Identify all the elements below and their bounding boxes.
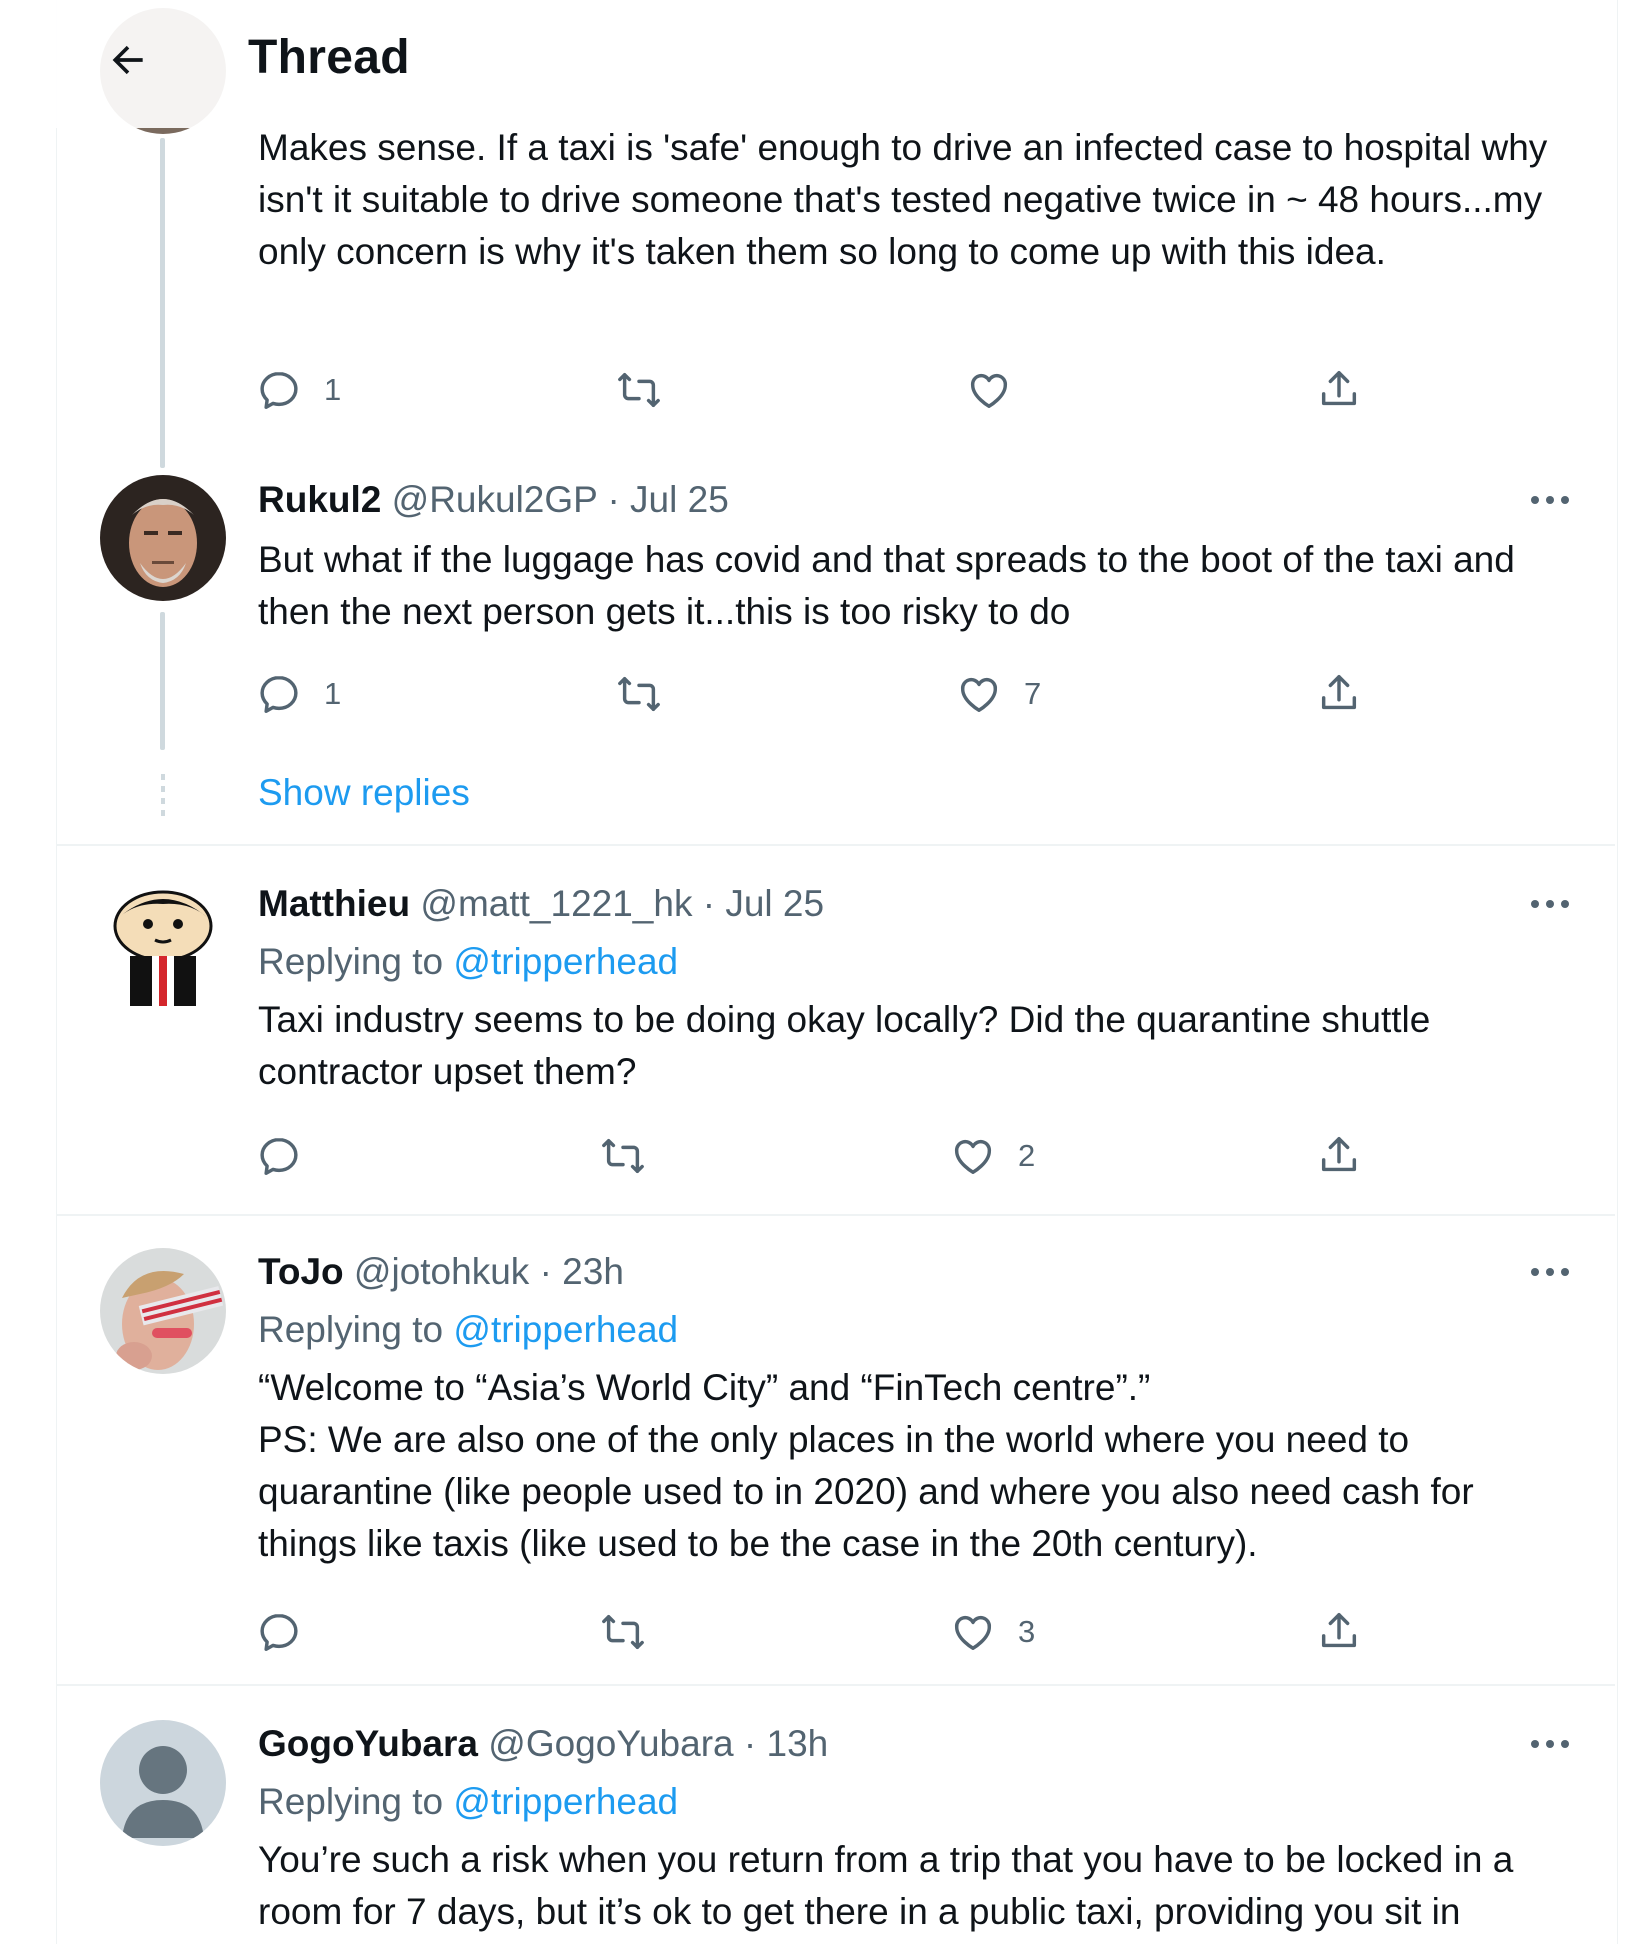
replying-to: Replying to @tripperhead: [258, 1306, 678, 1354]
user-photo: [100, 1248, 226, 1374]
share-button[interactable]: [1316, 1130, 1362, 1182]
user-avatar-cartoon: [113, 890, 213, 1006]
replying-to: Replying to @tripperhead: [258, 938, 678, 986]
replying-label: Replying to: [258, 941, 454, 982]
author-meta: @Rukul2GP · Jul 25: [391, 479, 729, 520]
tweet-header: ToJo @jotohkuk · 23h: [258, 1248, 624, 1296]
reply-button[interactable]: [256, 1606, 302, 1658]
tweet-header: GogoYubara @GogoYubara · 13h: [258, 1720, 828, 1768]
tweet-divider: [57, 1214, 1615, 1216]
reply-button[interactable]: 1: [256, 668, 341, 720]
share-icon: [1321, 371, 1357, 406]
like-button[interactable]: 3: [950, 1606, 1035, 1658]
like-icon: [954, 1139, 992, 1175]
tweet-text: Makes sense. If a taxi is 'safe' enough …: [258, 127, 1558, 272]
reply-icon: [260, 675, 298, 713]
more-options-icon[interactable]: [1528, 488, 1572, 512]
tweet-text: But what if the luggage has covid and th…: [258, 539, 1526, 632]
tweet-text: Taxi industry seems to be doing okay loc…: [258, 999, 1441, 1092]
author-meta: @jotohkuk · 23h: [353, 1251, 624, 1292]
mention-link[interactable]: @tripperhead: [453, 941, 678, 982]
author-name[interactable]: Matthieu: [258, 883, 410, 924]
mention-link[interactable]: @tripperhead: [453, 1309, 678, 1350]
tweet-text: You’re such a risk when you return from …: [258, 1839, 1524, 1932]
replying-label: Replying to: [258, 1781, 454, 1822]
tweet-text: “Welcome to “Asia’s World City” and “Fin…: [258, 1367, 1474, 1564]
author-name[interactable]: GogoYubara: [258, 1723, 478, 1764]
tweet-header: Rukul2 @Rukul2GP · Jul 25: [258, 476, 729, 524]
avatar[interactable]: [100, 1248, 226, 1374]
thread-line: [160, 612, 165, 750]
avatar[interactable]: [100, 1720, 226, 1846]
tweet-header: Matthieu @matt_1221_hk · Jul 25: [258, 880, 824, 928]
tweet-divider: [57, 844, 1615, 846]
like-count: 7: [1024, 676, 1042, 711]
reply-button[interactable]: 1: [256, 364, 341, 416]
reply-button[interactable]: [256, 1130, 302, 1182]
retweet-icon: [618, 676, 660, 712]
retweet-button[interactable]: [616, 668, 662, 720]
share-button[interactable]: [1316, 668, 1362, 720]
reply-icon: [260, 1613, 298, 1651]
mention-link[interactable]: @tripperhead: [453, 1781, 678, 1822]
thread-line: [160, 138, 165, 468]
retweet-icon: [602, 1138, 644, 1174]
share-icon: [1321, 1613, 1357, 1648]
author-meta: @matt_1221_hk · Jul 25: [420, 883, 825, 924]
like-button[interactable]: 2: [950, 1130, 1035, 1182]
retweet-button[interactable]: [600, 1130, 646, 1182]
like-button[interactable]: [966, 364, 1012, 416]
like-icon: [954, 1615, 992, 1651]
share-icon: [1321, 1137, 1357, 1172]
tweet-divider: [57, 1684, 1615, 1686]
page-title: Thread: [248, 31, 410, 84]
more-options-icon[interactable]: [1528, 892, 1572, 916]
author-name[interactable]: Rukul2: [258, 479, 381, 520]
replying-to: Replying to @tripperhead: [258, 1778, 678, 1826]
retweet-button[interactable]: [600, 1606, 646, 1658]
reply-icon: [260, 1137, 298, 1175]
share-button[interactable]: [1316, 1606, 1362, 1658]
show-replies-link[interactable]: Show replies: [258, 772, 470, 814]
retweet-icon: [618, 372, 660, 408]
like-icon: [960, 677, 998, 713]
share-button[interactable]: [1316, 364, 1362, 416]
like-count: 2: [1018, 1138, 1036, 1173]
thread-dots: [161, 774, 165, 820]
more-options-icon[interactable]: [1528, 1732, 1572, 1756]
share-icon: [1321, 675, 1357, 710]
retweet-button[interactable]: [616, 364, 662, 416]
author-name[interactable]: ToJo: [258, 1251, 344, 1292]
like-button[interactable]: 7: [956, 668, 1041, 720]
reply-count: 1: [324, 372, 342, 407]
avatar[interactable]: [100, 475, 226, 601]
more-options-icon[interactable]: [1528, 1260, 1572, 1284]
like-count: 3: [1018, 1614, 1036, 1649]
retweet-icon: [602, 1614, 644, 1650]
reply-count: 1: [324, 676, 342, 711]
author-meta: @GogoYubara · 13h: [488, 1723, 829, 1764]
reply-icon: [260, 371, 298, 409]
like-icon: [970, 373, 1008, 409]
default-avatar-icon: [100, 1720, 226, 1846]
user-photo: [100, 475, 226, 601]
replying-label: Replying to: [258, 1309, 454, 1350]
avatar[interactable]: [100, 882, 226, 1008]
thread-header: Thread: [56, 0, 706, 128]
back-arrow-icon[interactable]: [106, 38, 150, 82]
